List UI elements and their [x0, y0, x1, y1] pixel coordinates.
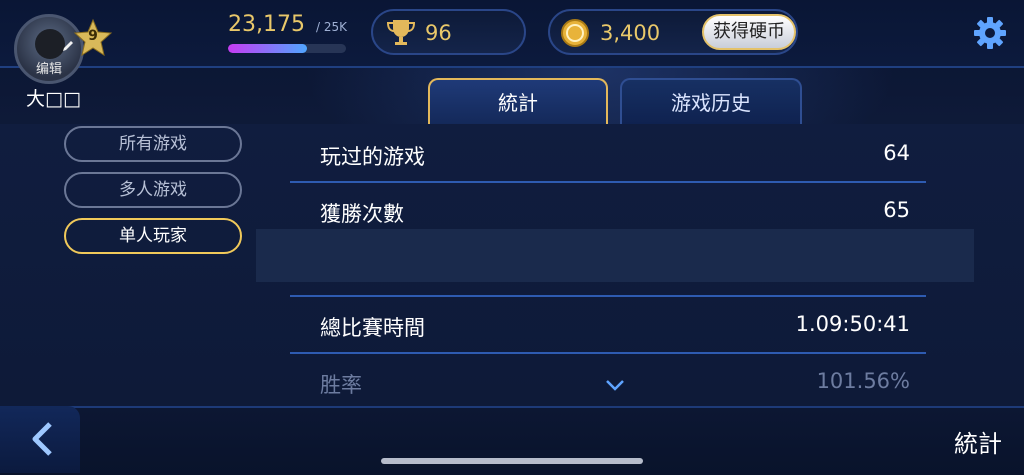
stat-value: 65	[883, 198, 910, 222]
get-coins-button[interactable]: 获得硬币	[702, 14, 796, 50]
chevron-down-icon[interactable]	[605, 378, 625, 392]
coin-icon	[561, 19, 589, 47]
stat-row-games-played: 玩过的游戏 64	[290, 127, 926, 183]
tab-game-history[interactable]: 游戏历史	[620, 78, 802, 124]
coin-count: 3,400	[600, 21, 661, 45]
player-name: 大□□	[26, 88, 81, 110]
back-button[interactable]	[0, 406, 80, 473]
xp-max: / 25K	[316, 20, 347, 34]
trophy-counter: 96	[371, 9, 526, 55]
coin-counter: 3,400 获得硬币	[548, 9, 798, 55]
avatar-edit-label: 编辑	[35, 62, 62, 77]
stat-label: 總比賽時間	[320, 316, 425, 340]
page-title: 統計	[954, 430, 1002, 458]
stat-label: 胜率	[320, 373, 362, 397]
stat-value: 101.56%	[816, 369, 910, 393]
filter-single-player[interactable]: 单人玩家	[64, 218, 242, 254]
xp-progress-bar	[228, 44, 346, 53]
xp-progress-fill	[228, 44, 308, 53]
gear-icon[interactable]	[971, 14, 1009, 52]
tab-stats[interactable]: 統計	[428, 78, 608, 124]
stat-row-total-time: 總比賽時間 1.09:50:41	[290, 298, 926, 354]
xp-value: 23,175	[228, 12, 305, 37]
back-arrow-icon	[32, 422, 52, 456]
stat-label: 玩过的游戏	[320, 145, 425, 169]
filter-all-games[interactable]: 所有游戏	[64, 126, 242, 162]
filter-multiplayer[interactable]: 多人游戏	[64, 172, 242, 208]
stat-value: 64	[883, 141, 910, 165]
trophy-icon	[386, 20, 416, 45]
trophy-count: 96	[425, 21, 452, 45]
home-indicator[interactable]	[381, 458, 643, 464]
stat-value: 1.09:50:41	[795, 312, 910, 336]
scroll-fade-panel	[256, 229, 974, 282]
stat-label: 獲勝次數	[320, 202, 404, 226]
bottom-bar	[0, 406, 1024, 475]
level-number: 9	[88, 28, 98, 44]
